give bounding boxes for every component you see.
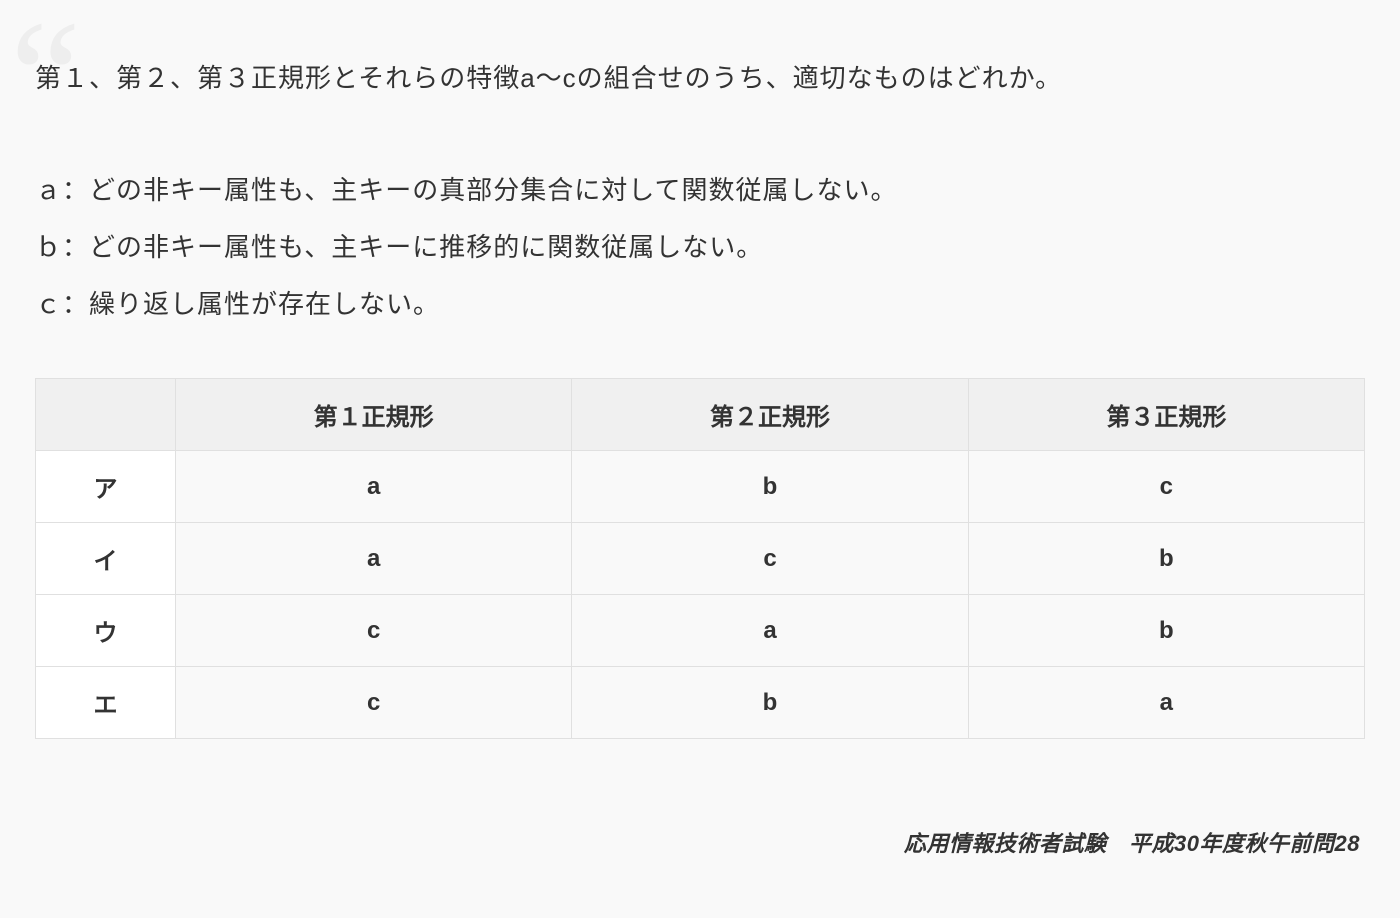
row-u-cell-3: b (968, 595, 1364, 667)
definitions-block: ａ：どの非キー属性も、主キーの真部分集合に対して関数従属しない。 ｂ：どの非キー… (35, 162, 1365, 334)
table-header-row: 第１正規形 第２正規形 第３正規形 (36, 379, 1365, 451)
main-content: 第１、第２、第３正規形とそれらの特徴a～cの組合せのうち、適切なものはどれか。 … (35, 55, 1365, 739)
answer-table: 第１正規形 第２正規形 第３正規形 ア a b c イ a c b ウ c a (35, 378, 1365, 739)
row-i-cell-2: c (572, 523, 968, 595)
row-label-i: イ (36, 523, 176, 595)
table-header-3nf: 第３正規形 (968, 379, 1364, 451)
table-header-1nf: 第１正規形 (176, 379, 572, 451)
row-a-cell-1: a (176, 451, 572, 523)
row-i-cell-1: a (176, 523, 572, 595)
row-u-cell-1: c (176, 595, 572, 667)
row-e-cell-3: a (968, 667, 1364, 739)
row-label-a: ア (36, 451, 176, 523)
table-header-2nf: 第２正規形 (572, 379, 968, 451)
table-row: ア a b c (36, 451, 1365, 523)
row-i-cell-3: b (968, 523, 1364, 595)
row-a-cell-2: b (572, 451, 968, 523)
table-row: ウ c a b (36, 595, 1365, 667)
definition-b: ｂ：どの非キー属性も、主キーに推移的に関数従属しない。 (35, 219, 1365, 276)
definition-c: ｃ：繰り返し属性が存在しない。 (35, 276, 1365, 333)
row-label-u: ウ (36, 595, 176, 667)
row-a-cell-3: c (968, 451, 1364, 523)
row-u-cell-2: a (572, 595, 968, 667)
question-text: 第１、第２、第３正規形とそれらの特徴a～cの組合せのうち、適切なものはどれか。 (35, 55, 1365, 102)
row-label-e: エ (36, 667, 176, 739)
citation-text: 応用情報技術者試験 平成30年度秋午前問28 (904, 826, 1360, 858)
table-row: イ a c b (36, 523, 1365, 595)
table-header-blank (36, 379, 176, 451)
definition-a: ａ：どの非キー属性も、主キーの真部分集合に対して関数従属しない。 (35, 162, 1365, 219)
row-e-cell-1: c (176, 667, 572, 739)
row-e-cell-2: b (572, 667, 968, 739)
table-row: エ c b a (36, 667, 1365, 739)
